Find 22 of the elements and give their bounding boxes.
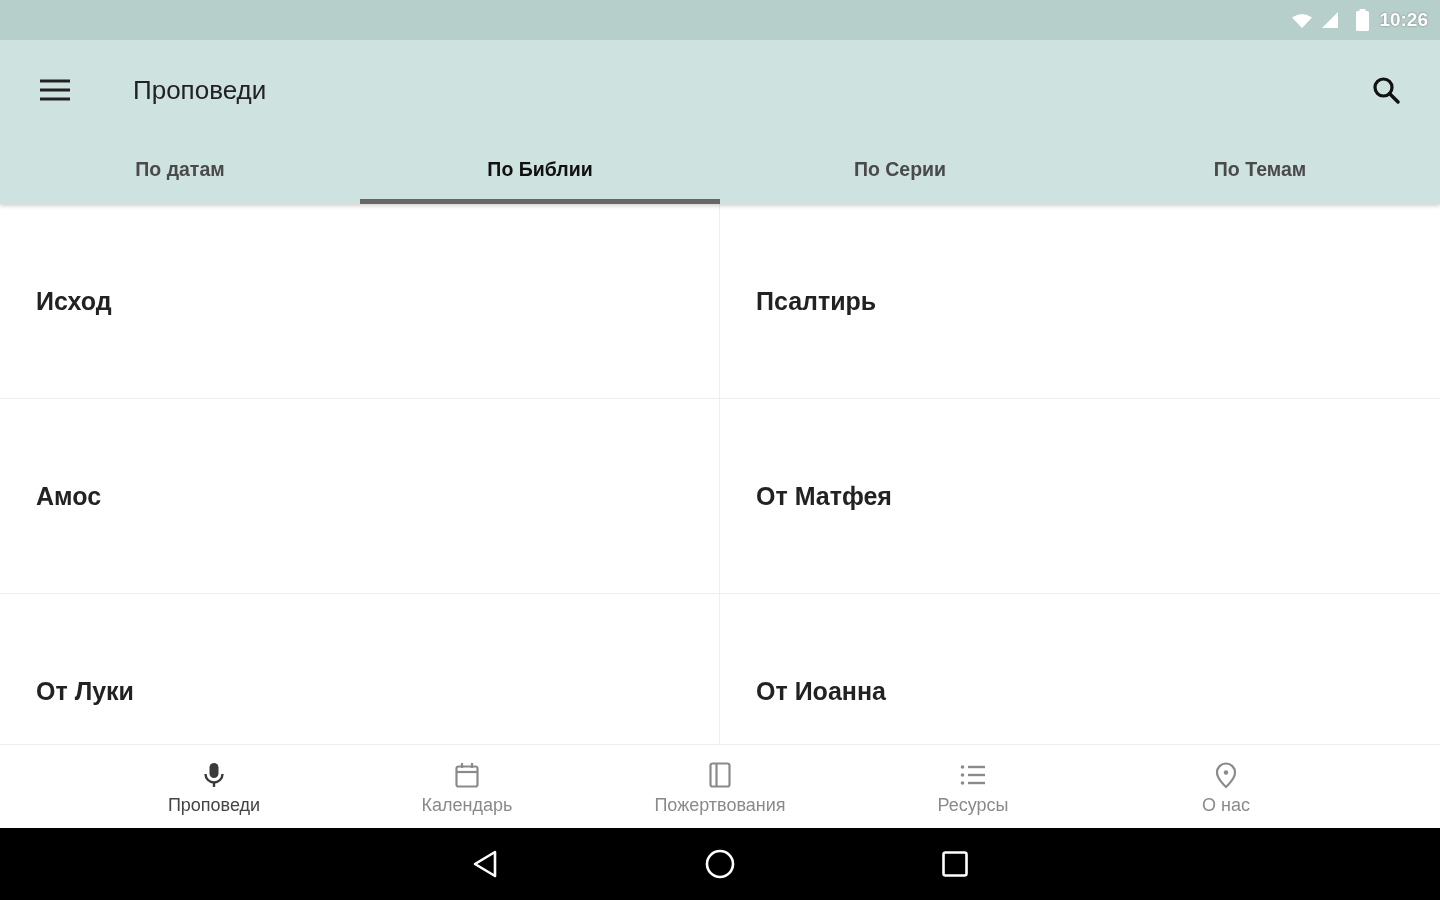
tab[interactable]: По Библии [360,140,720,204]
signal-icon [1322,12,1339,28]
calendar-icon [453,761,481,790]
book-list-item[interactable]: Исход [0,204,720,399]
tab[interactable]: По Темам [1080,140,1440,204]
back-icon[interactable] [472,850,498,879]
recents-icon[interactable] [942,851,968,878]
tab[interactable]: По датам [0,140,360,204]
bottom-nav-item[interactable]: Проповеди [87,745,341,829]
book-list-item[interactable]: От Матфея [720,399,1440,594]
book-list-item[interactable]: Амос [0,399,720,594]
battery-icon [1356,9,1370,31]
book-icon [706,761,734,790]
home-icon[interactable] [705,849,735,880]
bottom-nav-item[interactable]: О нас [1099,745,1353,829]
status-time: 10:26 [1379,9,1428,31]
menu-icon[interactable] [40,79,70,101]
wifi-icon [1292,12,1313,28]
app-title: Проповеди [133,74,267,106]
book-list-item[interactable]: Псалтирь [720,204,1440,399]
tab[interactable]: По Серии [720,140,1080,204]
search-icon[interactable] [1372,76,1400,104]
